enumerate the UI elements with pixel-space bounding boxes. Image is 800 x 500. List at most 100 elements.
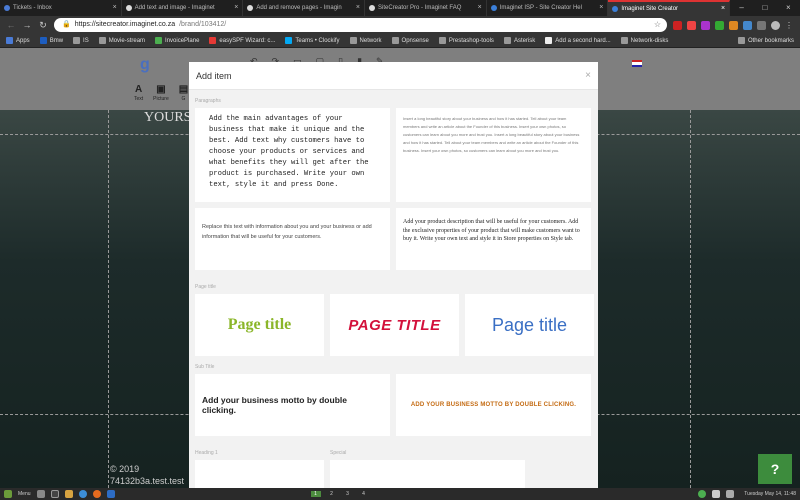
workspace-2[interactable]: 2 bbox=[327, 491, 337, 497]
paragraph-grid: Add the main advantages of your business… bbox=[195, 108, 592, 270]
extension-icon[interactable] bbox=[729, 20, 738, 30]
maximize-icon[interactable]: □ bbox=[762, 0, 767, 16]
minimize-icon[interactable]: – bbox=[739, 0, 743, 16]
workspace-1[interactable]: 1 bbox=[310, 491, 321, 497]
close-icon[interactable]: × bbox=[234, 0, 238, 16]
bookmark-apps[interactable]: Apps bbox=[6, 37, 30, 44]
gallery-icon: ▤ bbox=[178, 84, 189, 95]
bookmarks-bar: Apps Bmw IS Movie-stream InvoicePlane ea… bbox=[0, 34, 800, 48]
extension-icon[interactable] bbox=[687, 20, 696, 30]
bookmark-item[interactable]: Network-disks bbox=[620, 37, 668, 44]
close-window-icon[interactable]: × bbox=[786, 0, 791, 16]
volume-icon[interactable] bbox=[726, 490, 735, 498]
folder-icon[interactable] bbox=[64, 490, 73, 498]
extension-icon[interactable] bbox=[715, 20, 724, 30]
bookmark-item[interactable]: Opnsense bbox=[391, 37, 429, 44]
folder-icon bbox=[349, 37, 357, 44]
text-tool[interactable]: A Text bbox=[134, 84, 143, 102]
bookmark-item[interactable]: InvoicePlane bbox=[155, 37, 199, 44]
tab-title: Add text and image - Imaginet bbox=[134, 5, 215, 11]
browser-tab[interactable]: Imaginet ISP - Site Creator Hel × bbox=[487, 0, 609, 16]
back-icon[interactable]: ← bbox=[6, 20, 16, 30]
menu-icon[interactable] bbox=[4, 490, 12, 498]
bookmark-item[interactable]: Bmw bbox=[39, 37, 63, 44]
chrome-icon[interactable] bbox=[78, 490, 87, 498]
footer-copyright[interactable]: © 2019 bbox=[110, 464, 139, 474]
extension-icon[interactable] bbox=[743, 20, 752, 30]
folder-icon bbox=[39, 37, 47, 44]
os-taskbar: Menu 1 2 3 4 Tuesday May 14, 11:48 bbox=[0, 488, 800, 500]
browser-tab[interactable]: Add text and image - Imaginet × bbox=[122, 0, 244, 16]
bookmark-item[interactable]: Asterisk bbox=[503, 37, 535, 44]
language-flag-icon[interactable] bbox=[632, 60, 642, 67]
sub-title-item[interactable]: ADD YOUR BUSINESS MOTTO BY DOUBLE CLICKI… bbox=[396, 374, 591, 436]
bookmark-item[interactable]: Add a second hard... bbox=[545, 37, 611, 44]
start-menu[interactable]: Menu bbox=[18, 491, 31, 497]
sub-title-sample: ADD YOUR BUSINESS MOTTO BY DOUBLE CLICKI… bbox=[410, 402, 577, 408]
app-logo[interactable]: g bbox=[140, 56, 150, 74]
bookmark-item[interactable]: easySPF Wizard: c... bbox=[209, 37, 275, 44]
tab-title: Imaginet ISP - Site Creator Hel bbox=[499, 5, 582, 11]
favicon-icon bbox=[4, 5, 10, 11]
page-title-item[interactable]: Page title bbox=[195, 294, 324, 356]
bookmark-item[interactable]: IS bbox=[73, 37, 89, 44]
forward-icon[interactable]: → bbox=[22, 20, 32, 30]
profile-icon[interactable] bbox=[771, 20, 780, 30]
extension-icon[interactable] bbox=[673, 20, 682, 30]
footer-site-address[interactable]: 74132b3a.test.test bbox=[110, 476, 184, 486]
close-icon[interactable]: × bbox=[356, 0, 360, 16]
star-icon[interactable]: ☆ bbox=[654, 18, 661, 32]
browser-tab[interactable]: Tickets - Inbox × bbox=[0, 0, 122, 16]
tab-title: Add and remove pages - Imagin bbox=[256, 5, 342, 11]
page-title-item[interactable]: PAGE TITLE bbox=[330, 294, 459, 356]
help-button[interactable]: ? bbox=[758, 454, 792, 484]
close-icon[interactable]: × bbox=[113, 0, 117, 16]
firefox-icon[interactable] bbox=[92, 490, 101, 498]
bookmark-item[interactable]: Movie-stream bbox=[98, 37, 145, 44]
url-input[interactable]: 🔒 https://sitecreator.imaginet.co.za/bra… bbox=[54, 18, 667, 32]
heading-item[interactable] bbox=[195, 460, 324, 488]
extension-icon[interactable] bbox=[701, 20, 710, 30]
tab-title: SiteCreator Pro - Imaginet FAQ bbox=[378, 5, 462, 11]
close-icon[interactable]: × bbox=[478, 0, 482, 16]
picture-tool[interactable]: ▣ Picture bbox=[153, 84, 169, 102]
close-icon[interactable]: × bbox=[721, 2, 725, 16]
gallery-tool[interactable]: ▤ G bbox=[179, 84, 188, 102]
network-icon[interactable] bbox=[712, 490, 721, 498]
browser-tab[interactable]: Add and remove pages - Imagin × bbox=[243, 0, 366, 16]
paragraph-item[interactable]: Add your product description that will b… bbox=[396, 208, 591, 270]
close-icon[interactable]: × bbox=[585, 70, 591, 81]
paragraph-item[interactable]: Replace this text with information about… bbox=[195, 208, 390, 270]
menu-icon[interactable]: ⋮ bbox=[785, 21, 794, 30]
terminal-icon[interactable] bbox=[50, 490, 59, 498]
paragraph-item[interactable]: Add the main advantages of your business… bbox=[195, 108, 390, 202]
modal-title: Add item bbox=[196, 70, 232, 81]
hero-heading[interactable]: YOURS bbox=[144, 110, 191, 126]
reload-icon[interactable]: ↻ bbox=[38, 20, 48, 31]
tray-icon[interactable] bbox=[698, 490, 707, 498]
section-label: Heading 1 bbox=[195, 450, 218, 456]
close-icon[interactable]: × bbox=[599, 0, 603, 16]
page-title-item[interactable]: Page title bbox=[465, 294, 594, 356]
bottom-sections: Heading 1 Special bbox=[195, 448, 592, 488]
browser-tab[interactable]: SiteCreator Pro - Imaginet FAQ × bbox=[365, 0, 487, 16]
paragraph-item[interactable]: Insert a long beautiful story about your… bbox=[396, 108, 591, 202]
sub-title-item[interactable]: Add your business motto by double clicki… bbox=[195, 374, 390, 436]
favicon-icon bbox=[369, 5, 376, 11]
favicon-icon bbox=[247, 5, 254, 11]
files-icon[interactable] bbox=[36, 490, 45, 498]
page-title-sample: PAGE TITLE bbox=[348, 316, 441, 334]
url-domain: https://sitecreator.imaginet.co.za bbox=[74, 21, 176, 28]
extension-icon[interactable] bbox=[757, 20, 766, 30]
favicon-icon bbox=[545, 37, 553, 44]
bookmark-item[interactable]: Teams • Clockify bbox=[285, 37, 340, 44]
bookmark-item[interactable]: Prestashop-tools bbox=[438, 37, 494, 44]
browser-tab-active[interactable]: Imaginet Site Creator × bbox=[608, 0, 731, 16]
folder-icon bbox=[73, 37, 81, 44]
special-item[interactable] bbox=[330, 460, 525, 488]
workspace-4[interactable]: 4 bbox=[359, 491, 369, 497]
workspace-3[interactable]: 3 bbox=[343, 491, 353, 497]
bookmark-item[interactable]: Network bbox=[349, 37, 382, 44]
other-bookmarks[interactable]: Other bookmarks bbox=[737, 37, 794, 44]
app-icon[interactable] bbox=[106, 490, 115, 498]
